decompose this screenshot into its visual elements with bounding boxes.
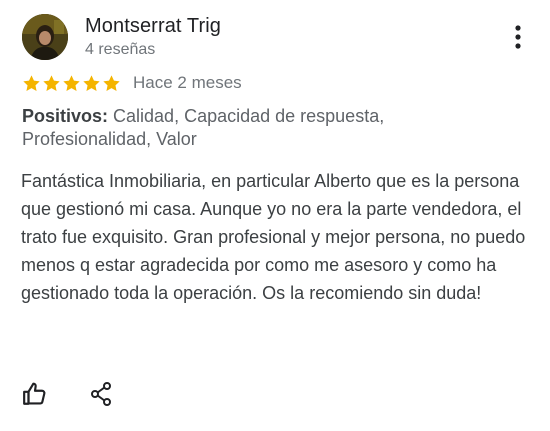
star-icon	[23, 74, 40, 91]
star-icon	[63, 74, 80, 91]
review-date: Hace 2 meses	[133, 73, 242, 92]
star-icon	[103, 74, 120, 91]
star-rating	[22, 74, 121, 93]
more-vert-icon[interactable]	[508, 24, 528, 50]
author-name[interactable]: Montserrat Trig	[85, 15, 221, 38]
review-actions	[22, 381, 112, 412]
positives-label: Positivos:	[22, 106, 109, 126]
review-card: Montserrat Trig 4 reseñas Hace 2 meses P…	[0, 0, 550, 431]
positives: Positivos: Calidad, Capacidad de respues…	[22, 105, 442, 151]
author-review-count: 4 reseñas	[85, 41, 156, 58]
rating-row: Hace 2 meses	[22, 72, 242, 94]
avatar[interactable]	[22, 14, 68, 60]
thumb-up-icon[interactable]	[22, 381, 48, 412]
review-text: Fantástica Inmobiliaria, en particular A…	[21, 171, 526, 303]
share-icon[interactable]	[90, 381, 112, 411]
avatar-photo	[22, 14, 68, 60]
star-icon	[83, 74, 100, 91]
review-header: Montserrat Trig 4 reseñas	[22, 14, 532, 62]
star-icon	[43, 74, 60, 91]
